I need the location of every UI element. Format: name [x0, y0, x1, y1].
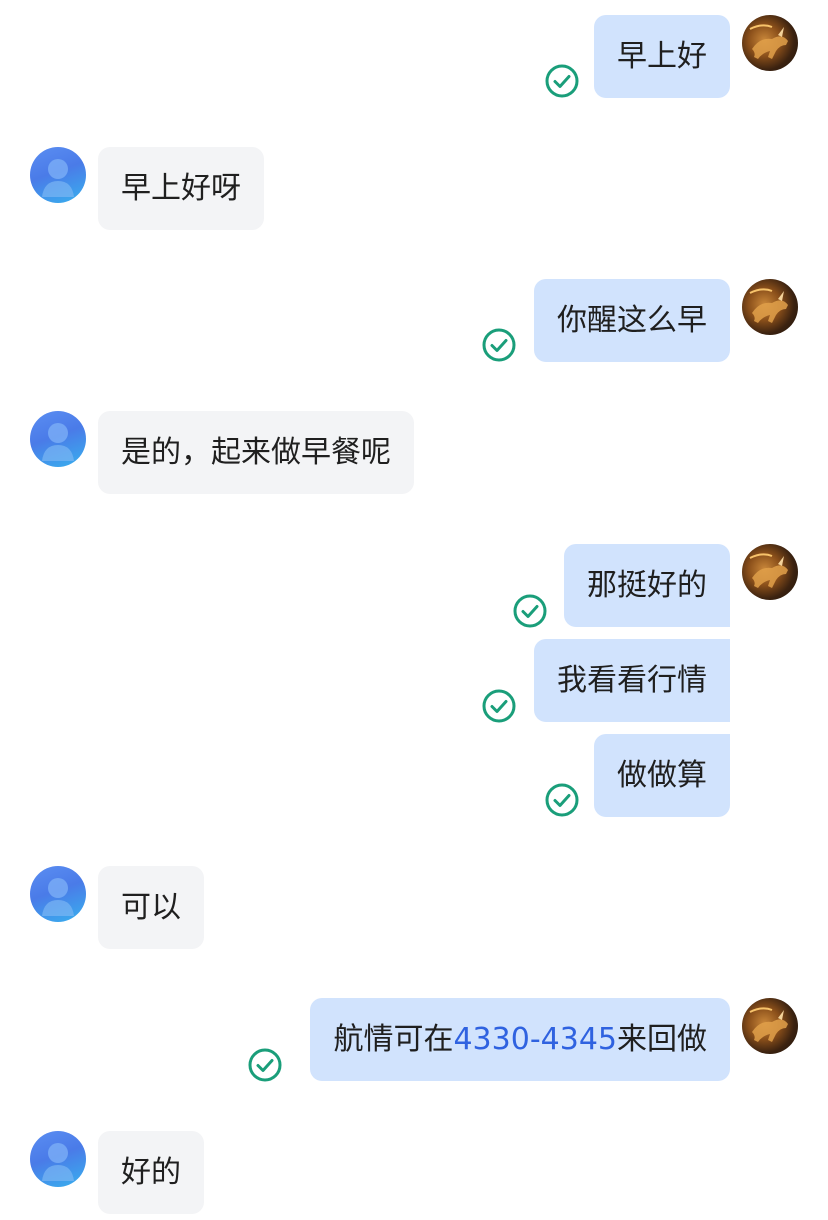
- chat-conversation: 早上好 早上好呀 你醒这么早 是的，起来做早餐呢 那挺好的 我看看行情 做做算 …: [0, 0, 828, 1220]
- self-avatar[interactable]: [742, 279, 798, 335]
- contact-avatar[interactable]: [30, 866, 86, 922]
- message-bubble[interactable]: 你醒这么早: [534, 279, 730, 362]
- message-bubble[interactable]: 那挺好的: [564, 544, 730, 627]
- contact-avatar[interactable]: [30, 147, 86, 203]
- contact-avatar[interactable]: [30, 1131, 86, 1187]
- check-circle-icon: [513, 594, 547, 628]
- price-range-link[interactable]: 4330-4345: [453, 1022, 617, 1057]
- message-bubble[interactable]: 是的，起来做早餐呢: [98, 411, 414, 494]
- message-text: 来回做: [617, 1022, 707, 1057]
- message-text: 航情可在: [333, 1022, 454, 1057]
- message-bubble[interactable]: 早上好: [594, 15, 730, 98]
- self-avatar[interactable]: [742, 15, 798, 71]
- check-circle-icon: [482, 689, 516, 723]
- self-avatar[interactable]: [742, 998, 798, 1054]
- message-bubble[interactable]: 我看看行情: [534, 639, 730, 722]
- message-bubble[interactable]: 做做算: [594, 734, 730, 817]
- check-circle-icon: [545, 64, 579, 98]
- message-bubble[interactable]: 好的: [98, 1131, 204, 1214]
- message-bubble[interactable]: 航情可在4330-4345来回做: [310, 998, 730, 1081]
- message-bubble[interactable]: 早上好呀: [98, 147, 264, 230]
- message-bubble[interactable]: 可以: [98, 866, 204, 949]
- self-avatar[interactable]: [742, 544, 798, 600]
- check-circle-icon: [545, 783, 579, 817]
- check-circle-icon: [482, 328, 516, 362]
- check-circle-icon: [248, 1048, 282, 1082]
- contact-avatar[interactable]: [30, 411, 86, 467]
